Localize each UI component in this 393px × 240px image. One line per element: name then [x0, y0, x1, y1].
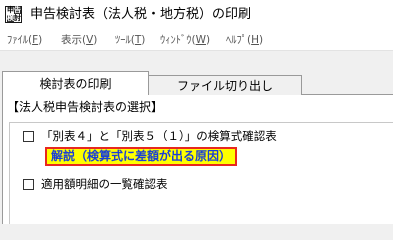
menu-window[interactable]: ｳｨﾝﾄﾞｳ(W) [160, 33, 210, 47]
menu-file[interactable]: ﾌｧｲﾙ(F) [7, 33, 42, 47]
title-bar: 申告 検討 申告検討表（法人税・地方税）の印刷 [0, 0, 393, 29]
menu-tools[interactable]: ﾂｰﾙ(T) [115, 33, 145, 47]
option-label-verification: 「別表４」と「別表５（１）」の検算式確認表 [41, 129, 277, 143]
tab-print[interactable]: 検討表の印刷 [2, 71, 149, 95]
option-row-verification[interactable]: 「別表４」と「別表５（１）」の検算式確認表 [23, 129, 277, 144]
menu-help[interactable]: ﾍﾙﾌﾟ(H) [226, 33, 263, 47]
tab-panel: 【法人税申告検討表の選択】 「別表４」と「別表５（１）」の検算式確認表 解説（検… [2, 95, 393, 224]
tab-file-export[interactable]: ファイル切り出し [148, 75, 302, 95]
section-title: 【法人税申告検討表の選択】 [7, 100, 164, 114]
checkbox-details[interactable] [23, 179, 34, 190]
tab-strip: 検討表の印刷 ファイル切り出し [0, 51, 393, 95]
option-group: 「別表４」と「別表５（１）」の検算式確認表 解説（検算式に差額が出る原因） 適用… [9, 122, 393, 224]
explanation-link[interactable]: 解説（検算式に差額が出る原因） [45, 147, 238, 166]
menu-bar: ﾌｧｲﾙ(F) 表示(V) ﾂｰﾙ(T) ｳｨﾝﾄﾞｳ(W) ﾍﾙﾌﾟ(H) [0, 29, 393, 51]
app-window: 申告 検討 申告検討表（法人税・地方税）の印刷 ﾌｧｲﾙ(F) 表示(V) ﾂｰ… [0, 0, 393, 224]
document-grid-icon: 申告 検討 [5, 6, 22, 23]
option-row-details[interactable]: 適用額明細の一覧確認表 [23, 177, 168, 192]
window-title: 申告検討表（法人税・地方税）の印刷 [30, 7, 252, 22]
option-label-details: 適用額明細の一覧確認表 [41, 177, 168, 191]
checkbox-verification[interactable] [23, 131, 34, 142]
menu-view[interactable]: 表示(V) [61, 33, 97, 47]
